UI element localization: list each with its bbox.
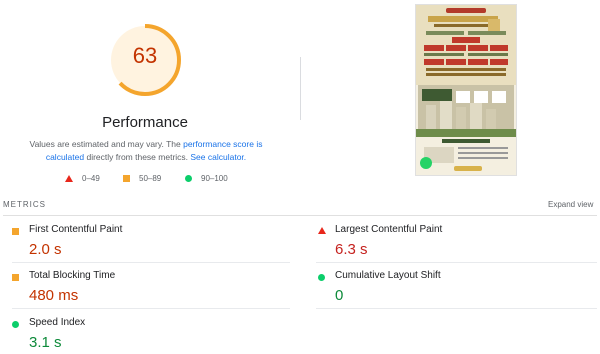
red-triangle-icon xyxy=(65,175,73,182)
row-divider xyxy=(12,308,290,309)
metric-value: 2.0 s xyxy=(29,241,62,258)
performance-score: 63 xyxy=(132,43,158,68)
see-calculator-link[interactable]: See calculator. xyxy=(190,152,246,162)
expand-view-toggle[interactable]: Expand view xyxy=(548,200,593,209)
performance-description: Values are estimated and may vary. The p… xyxy=(15,138,277,164)
legend-average: 50–89 xyxy=(123,174,161,183)
legend-range: 90–100 xyxy=(201,174,228,183)
orange-square-icon xyxy=(123,175,130,182)
description-text: Values are estimated and may vary. The xyxy=(29,139,184,149)
orange-square-icon xyxy=(12,228,19,235)
page-screenshot-thumbnail xyxy=(415,4,517,176)
legend-pass: 90–100 xyxy=(185,174,228,183)
metric-label: Largest Contentful Paint xyxy=(335,224,443,235)
metric-value: 3.1 s xyxy=(29,334,62,351)
green-circle-icon xyxy=(12,321,19,328)
red-triangle-icon xyxy=(318,227,326,234)
vertical-divider xyxy=(300,57,301,120)
description-text: directly from these metrics. xyxy=(84,152,191,162)
metrics-header: METRICS xyxy=(3,200,46,209)
green-circle-icon xyxy=(318,274,325,281)
metrics-divider xyxy=(3,215,597,216)
orange-square-icon xyxy=(12,274,19,281)
metric-label: Speed Index xyxy=(29,317,86,328)
legend-range: 0–49 xyxy=(82,174,100,183)
performance-title: Performance xyxy=(102,114,188,131)
metric-value: 480 ms xyxy=(29,287,79,304)
metric-value: 6.3 s xyxy=(335,241,368,258)
row-divider xyxy=(316,262,597,263)
metric-label: Total Blocking Time xyxy=(29,270,116,281)
metric-label: First Contentful Paint xyxy=(29,224,123,235)
row-divider xyxy=(316,308,597,309)
green-circle-icon xyxy=(185,175,192,182)
row-divider xyxy=(12,262,290,263)
metric-label: Cumulative Layout Shift xyxy=(335,270,441,281)
metric-value: 0 xyxy=(335,287,344,304)
legend-range: 50–89 xyxy=(139,174,162,183)
legend-fail: 0–49 xyxy=(65,174,100,183)
